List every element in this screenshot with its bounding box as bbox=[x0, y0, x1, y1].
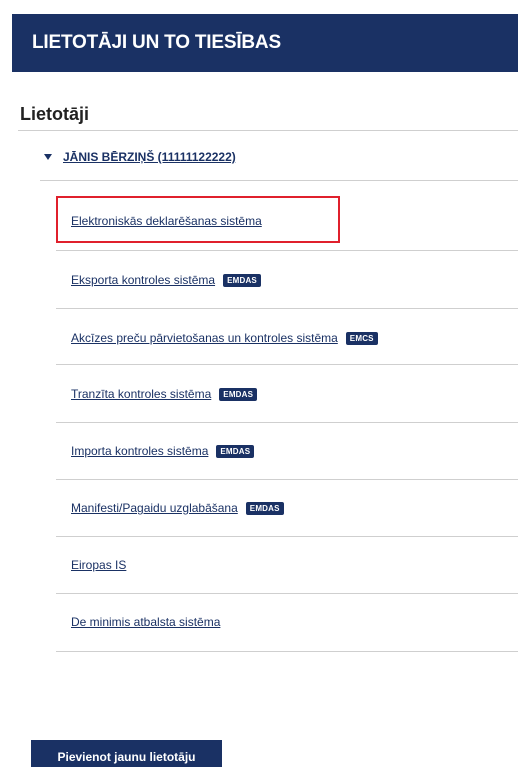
item-divider bbox=[56, 308, 518, 309]
item-divider bbox=[56, 651, 518, 652]
system-link[interactable]: Akcīzes preču pārvietošanas un kontroles… bbox=[71, 331, 338, 345]
add-user-button[interactable]: Pievienot jaunu lietotāju bbox=[31, 740, 222, 767]
item-divider bbox=[56, 536, 518, 537]
system-link[interactable]: Manifesti/Pagaidu uzglabāšana bbox=[71, 501, 238, 515]
page-title: LIETOTĀJI UN TO TIESĪBAS bbox=[32, 32, 281, 53]
system-badge: EMDAS bbox=[245, 501, 284, 515]
caret-down-icon[interactable] bbox=[44, 154, 52, 160]
system-item-manifesti[interactable]: Manifesti/Pagaidu uzglabāšana EMDAS bbox=[71, 500, 284, 516]
system-badge: EMDAS bbox=[223, 273, 261, 287]
system-item-de-minimis[interactable]: De minimis atbalsta sistēma bbox=[71, 614, 220, 630]
item-divider bbox=[56, 422, 518, 423]
section-divider bbox=[18, 130, 518, 131]
user-link[interactable]: JĀNIS BĒRZIŅŠ (11111122222) bbox=[63, 150, 236, 164]
item-divider bbox=[56, 250, 518, 251]
user-row[interactable]: JĀNIS BĒRZIŅŠ (11111122222) bbox=[44, 150, 236, 164]
item-divider bbox=[56, 593, 518, 594]
system-link[interactable]: Eksporta kontroles sistēma bbox=[71, 273, 215, 287]
page-header: LIETOTĀJI UN TO TIESĪBAS bbox=[12, 14, 518, 72]
system-item-eksporta-kontroles[interactable]: Eksporta kontroles sistēma EMDAS bbox=[71, 272, 261, 288]
users-section-title: Lietotāji bbox=[20, 104, 90, 124]
system-item-tranzita-kontroles[interactable]: Tranzīta kontroles sistēma EMDAS bbox=[71, 386, 258, 402]
system-item-akcizes-precu[interactable]: Akcīzes preču pārvietošanas un kontroles… bbox=[71, 330, 378, 346]
page: LIETOTĀJI UN TO TIESĪBAS Lietotāji JĀNIS… bbox=[0, 0, 518, 767]
system-item-eiropas-is[interactable]: Eiropas IS bbox=[71, 557, 126, 573]
system-link[interactable]: Importa kontroles sistēma bbox=[71, 444, 208, 458]
system-badge: EMDAS bbox=[216, 444, 255, 458]
highlight-box bbox=[56, 196, 340, 243]
system-link[interactable]: Eiropas IS bbox=[71, 558, 126, 572]
system-item-importa-kontroles[interactable]: Importa kontroles sistēma EMDAS bbox=[71, 443, 255, 459]
system-link[interactable]: Tranzīta kontroles sistēma bbox=[71, 387, 211, 401]
system-link[interactable]: De minimis atbalsta sistēma bbox=[71, 615, 220, 629]
system-badge: EMCS bbox=[345, 331, 378, 345]
item-divider bbox=[56, 364, 518, 365]
system-badge: EMDAS bbox=[219, 387, 258, 401]
user-divider bbox=[40, 180, 518, 181]
item-divider bbox=[56, 479, 518, 480]
